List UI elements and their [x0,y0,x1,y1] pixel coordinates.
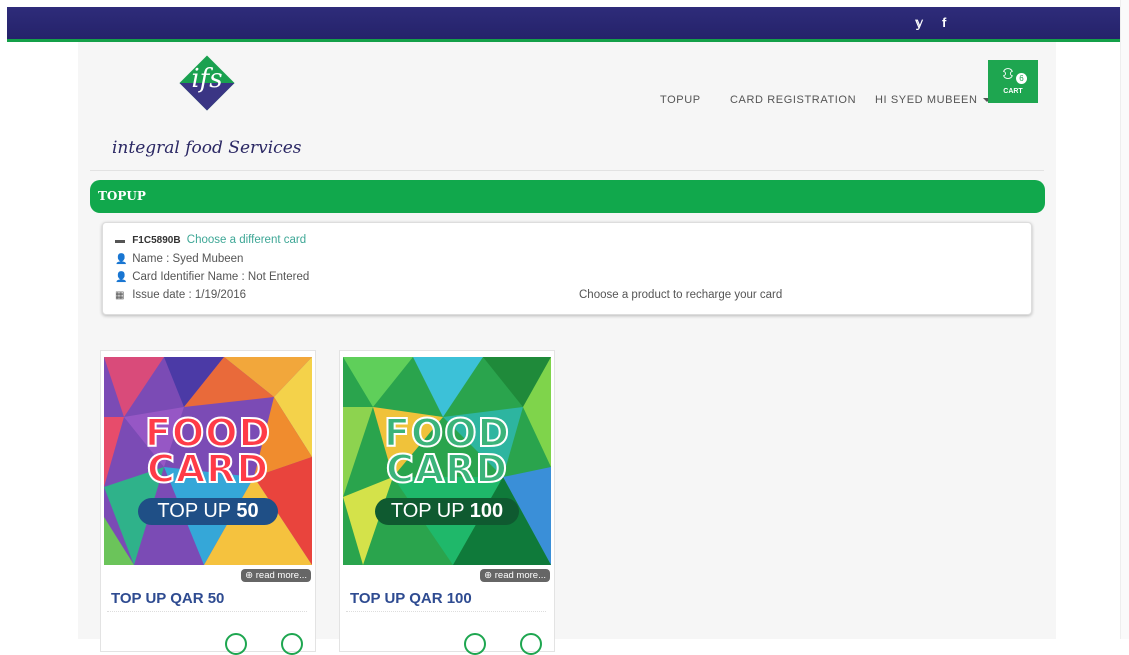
minus-icon[interactable] [225,633,247,655]
top-bar: 𝕪 f [7,7,1126,42]
twitter-icon[interactable]: 𝕪 [915,15,923,31]
name-row: 👤 Name : Syed Mubeen [115,253,243,265]
card-id: F1C5890B [132,235,181,246]
scrollbar[interactable] [1120,0,1129,639]
read-more-button[interactable]: ⊕ read more... [241,569,311,582]
issue-date: Issue date : 1/19/2016 [132,289,247,301]
card-info-panel: ▬ F1C5890B Choose a different card 👤 Nam… [102,222,1032,315]
product-image[interactable]: FOOD CARD TOP UP 100 [343,357,551,565]
image-line-1: FOOD [144,411,272,455]
logo-mark: ifs [191,64,223,94]
product-divider [346,611,546,612]
user-menu-label: HI SYED MUBEEN [875,94,978,106]
issue-date-row: ▦ Issue date : 1/19/2016 [115,289,246,301]
card-identifier-name: Card Identifier Name : Not Entered [132,271,310,283]
logo-mark-icon: ifs [179,55,235,111]
cart-button[interactable]: ⛻ 6 CART [988,60,1038,103]
nav-card-registration[interactable]: CARD REGISTRATION [730,94,856,106]
plus-icon[interactable] [281,633,303,655]
user-icon: 👤 [115,254,128,265]
pill-value: 100 [469,500,504,522]
user-icon: 👤 [115,272,128,283]
image-line-2: CARD [146,447,270,491]
product-title[interactable]: TOP UP QAR 50 [111,590,224,607]
nav-user-menu[interactable]: HI SYED MUBEEN [875,94,991,106]
minus-icon[interactable] [464,633,486,655]
logo[interactable]: ifs integral food Services [112,52,312,162]
image-topup-pill: TOP UP 100 [375,498,519,525]
card-holder-name: Name : Syed Mubeen [132,253,244,265]
product-card: FOOD CARD TOP UP 100 ⊕ read more... TOP … [339,350,555,655]
section-header: TOPUP [90,180,1045,213]
header-divider [90,170,1044,171]
recharge-hint: Choose a product to recharge your card [579,289,783,301]
image-topup-pill: TOP UP 50 [138,498,278,525]
identifier-row: 👤 Card Identifier Name : Not Entered [115,271,309,283]
credit-card-icon: ▬ [115,235,125,246]
page-container: ifs integral food Services TOPUP CARD RE… [78,42,1056,655]
image-line-1: FOOD [383,411,511,455]
pill-prefix: TOP UP [390,500,470,522]
choose-different-card-link[interactable]: Choose a different card [187,234,306,246]
pill-value: 50 [236,500,259,522]
nav-topup[interactable]: TOPUP [660,94,701,106]
cart-label: CART [1003,88,1023,95]
product-title[interactable]: TOP UP QAR 100 [350,590,472,607]
card-id-row: ▬ F1C5890B Choose a different card [115,234,306,246]
calendar-icon: ▦ [115,290,125,301]
facebook-icon[interactable]: f [942,15,946,30]
product-card: FOOD CARD TOP UP 50 ⊕ read more... TOP U… [100,350,316,655]
pill-prefix: TOP UP [157,500,237,522]
cart-count-badge: 6 [1016,73,1027,84]
brand-name: integral food Services [112,138,302,158]
product-image[interactable]: FOOD CARD TOP UP 50 [104,357,312,565]
product-divider [107,611,307,612]
image-line-2: CARD [385,447,509,491]
section-title: TOPUP [98,189,146,203]
basket-icon: ⛻ [1002,66,1014,83]
plus-icon[interactable] [520,633,542,655]
read-more-button[interactable]: ⊕ read more... [480,569,550,582]
